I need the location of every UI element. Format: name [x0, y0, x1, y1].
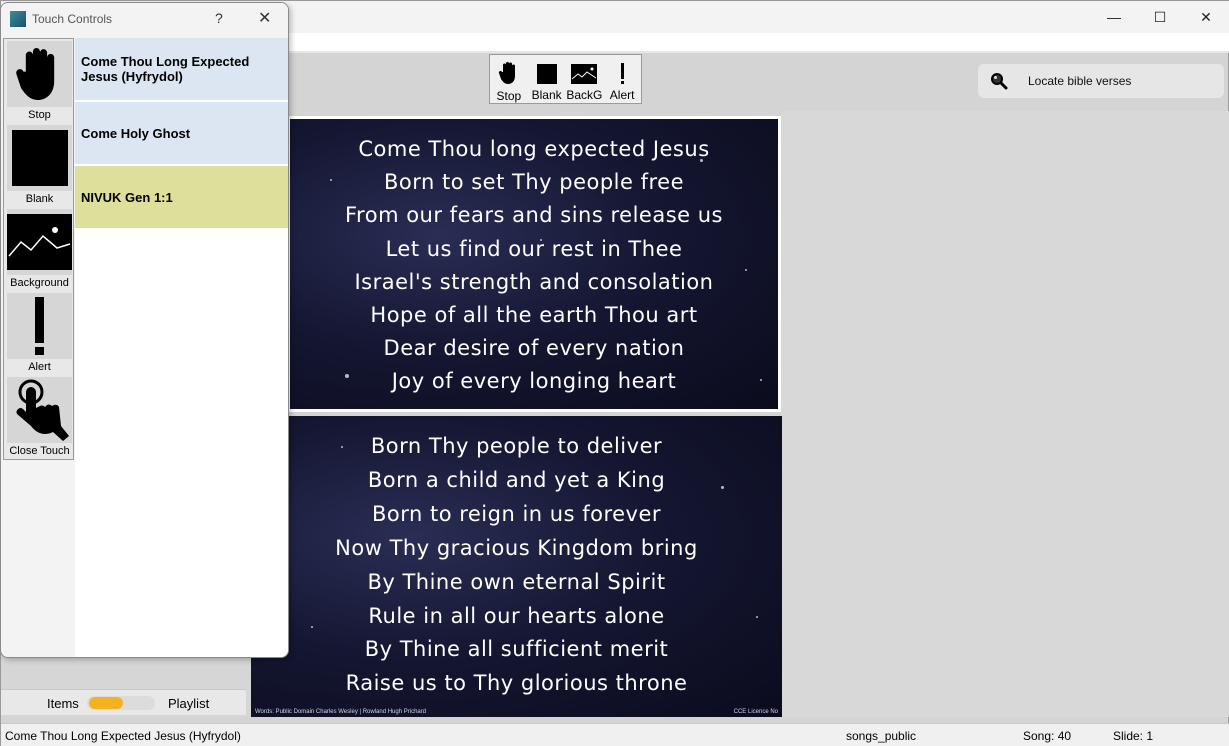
alert-icon: [35, 297, 44, 355]
status-slide-number: Slide: 1: [1113, 729, 1154, 743]
blank-icon: [11, 130, 68, 186]
touch-background-button[interactable]: Background: [7, 209, 72, 291]
touch-close-button[interactable]: ✕: [258, 8, 271, 28]
touch-stop-button[interactable]: Stop: [7, 41, 72, 123]
slide-preview-2[interactable]: Born Thy people to deliver Born a child …: [251, 416, 782, 717]
items-playlist-switch[interactable]: [87, 696, 155, 710]
touch-item-list: Come Thou Long Expected Jesus (Hyfrydol)…: [75, 38, 288, 657]
lyric-line: Let us find our rest in Thee: [385, 236, 683, 261]
touch-left-blank: [3, 463, 74, 657]
touch-list-item-label: NIVUK Gen 1:1: [81, 189, 173, 205]
items-label[interactable]: Items: [47, 696, 79, 711]
toggle-knob: [89, 697, 123, 709]
touch-blank-button[interactable]: Blank: [7, 125, 72, 207]
slide-credit: Words: Public Domain Charles Wesley | Ro…: [255, 709, 427, 715]
close-button[interactable]: ✕: [1183, 1, 1229, 33]
blank-label: Blank: [531, 88, 562, 102]
touch-list-item[interactable]: Come Thou Long Expected Jesus (Hyfrydol): [75, 38, 288, 102]
background-icon: [7, 214, 72, 270]
touch-hand-icon: [16, 379, 69, 441]
status-bar: Come Thou Long Expected Jesus (Hyfrydol)…: [1, 723, 1229, 746]
lyric-line: Rule in all our hearts alone: [368, 603, 665, 628]
lyric-line: Joy of every longing heart: [391, 369, 677, 394]
touch-list-item[interactable]: Come Holy Ghost: [75, 102, 288, 166]
stop-label: Stop: [496, 89, 522, 103]
blank-icon: [536, 64, 557, 84]
status-song-title: Come Thou Long Expected Jesus (Hyfrydol): [5, 729, 241, 743]
quick-toolbar: Stop Blank BackG Alert: [489, 54, 642, 104]
slide-preview-1[interactable]: Come Thou long expected Jesus Born to se…: [287, 116, 781, 412]
maximize-button[interactable]: ☐: [1137, 1, 1183, 33]
help-button[interactable]: ?: [215, 10, 223, 26]
touch-blank-label: Blank: [25, 193, 54, 205]
hand-icon: [498, 62, 515, 84]
status-database: songs_public: [846, 729, 917, 743]
touch-window-title: Touch Controls: [32, 12, 113, 26]
licence-credit: CCE Licence No: [733, 709, 778, 715]
touch-button-column: Stop Blank Background Alert Close Touch: [3, 38, 74, 460]
touch-alert-button[interactable]: Alert: [7, 293, 72, 375]
blank-button[interactable]: Blank: [528, 55, 566, 103]
app-icon: [10, 11, 26, 27]
lyric-line: Born Thy people to deliver: [370, 434, 663, 458]
lyric-line: Born a child and yet a King: [367, 467, 666, 492]
touch-background-label: Background: [10, 277, 69, 289]
items-playlist-toggle: Items Playlist: [1, 689, 246, 715]
search-input[interactable]: Locate bible verses: [1028, 74, 1131, 88]
alert-icon: [620, 61, 624, 84]
background-button[interactable]: BackG: [566, 55, 604, 103]
close-touch-button[interactable]: Close Touch: [7, 377, 72, 459]
lyric-line: By Thine own eternal Spirit: [367, 569, 666, 594]
stop-button[interactable]: Stop: [490, 55, 528, 103]
touch-list-item-label: Come Thou Long Expected Jesus (Hyfrydol): [81, 54, 250, 84]
lyric-line: From our fears and sins release us: [345, 203, 723, 228]
lyric-line: Born to reign in us forever: [371, 501, 662, 526]
touch-stop-label: Stop: [28, 109, 51, 121]
hand-icon: [15, 48, 54, 100]
touch-list-item-selected[interactable]: NIVUK Gen 1:1: [75, 166, 288, 230]
alert-label: Alert: [609, 88, 635, 102]
lyric-line: Israel's strength and consolation: [354, 269, 714, 294]
slide-lyrics: Born Thy people to deliver Born a child …: [251, 430, 782, 701]
background-icon: [571, 64, 598, 84]
lyric-line: Hope of all the earth Thou art: [370, 303, 698, 328]
touch-controls-window: Touch Controls ? ✕ Stop Blank Background…: [0, 2, 289, 658]
touch-title-bar: Touch Controls ? ✕: [1, 3, 288, 35]
touch-list-item-label: Come Holy Ghost: [81, 125, 191, 141]
slide-lyrics: Come Thou long expected Jesus Born to se…: [290, 133, 778, 399]
lyric-line: Dear desire of every nation: [383, 336, 685, 361]
search-icon: [991, 73, 1008, 90]
lyric-line: By Thine all sufficient merit: [364, 637, 669, 662]
lyric-line: Come Thou long expected Jesus: [358, 137, 710, 161]
close-touch-label: Close Touch: [9, 445, 70, 457]
bible-search-box[interactable]: Locate bible verses: [978, 64, 1224, 98]
background-label: BackG: [566, 88, 603, 102]
preview-area: [781, 111, 1229, 717]
lyric-line: Raise us to Thy glorious throne: [345, 671, 688, 696]
touch-alert-label: Alert: [28, 361, 51, 373]
playlist-label[interactable]: Playlist: [168, 696, 209, 711]
lyric-line: Born to set Thy people free: [383, 170, 685, 195]
lyric-line: Now Thy gracious Kingdom bring: [335, 535, 698, 560]
minimize-button[interactable]: —: [1091, 1, 1137, 33]
status-song-number: Song: 40: [1023, 729, 1072, 743]
alert-button[interactable]: Alert: [603, 55, 641, 103]
